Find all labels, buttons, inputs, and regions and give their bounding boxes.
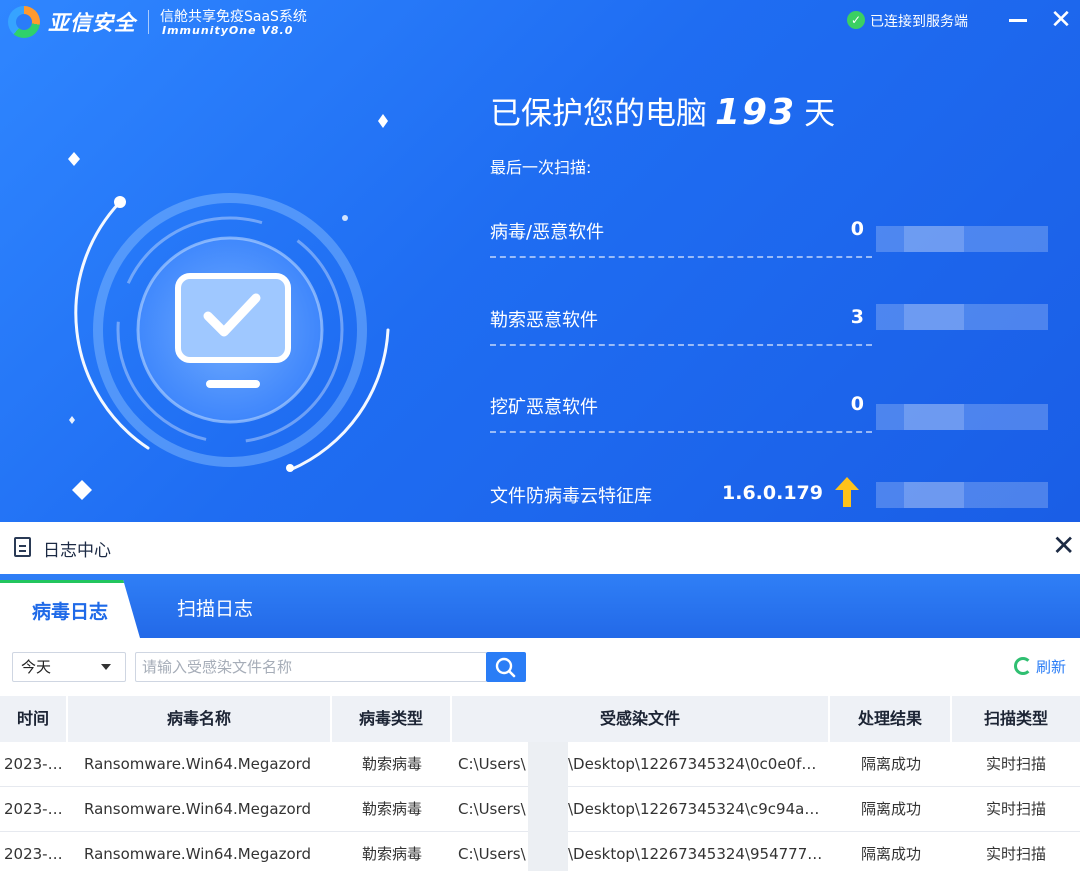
search-input[interactable] bbox=[135, 652, 487, 682]
protection-prefix: 已保护您的电脑 bbox=[490, 96, 707, 132]
virus-log-table: 时间 病毒名称 病毒类型 受感染文件 处理结果 扫描类型 2023-… Rans… bbox=[0, 696, 1080, 871]
cell-file-prefix: C:\Users\ bbox=[458, 845, 526, 863]
monitor-check-icon bbox=[74, 193, 390, 472]
filter-bar: 今天 刷新 bbox=[0, 638, 1080, 696]
stat-value: 3 bbox=[850, 306, 864, 328]
cell-virus-name: Ransomware.Win64.Megazord bbox=[84, 800, 312, 818]
stat-label: 病毒/恶意软件 bbox=[490, 222, 605, 243]
refresh-button[interactable]: 刷新 bbox=[1014, 656, 1066, 678]
protection-days-title: 已保护您的电脑 193 天 bbox=[490, 88, 835, 133]
cell-time: 2023-… bbox=[4, 845, 63, 863]
redacted-area bbox=[876, 304, 1048, 330]
search-icon bbox=[495, 657, 516, 678]
cell-scan-type: 实时扫描 bbox=[985, 800, 1046, 818]
cell-virus-type: 勒索病毒 bbox=[361, 755, 422, 773]
stat-label: 勒索恶意软件 bbox=[490, 310, 598, 331]
protection-days-count: 193 bbox=[715, 92, 797, 133]
redacted-username bbox=[528, 832, 568, 871]
log-center-header: 日志中心 ✕ 病毒日志 扫描日志 bbox=[0, 522, 1080, 638]
stat-row-virus: 病毒/恶意软件 0 bbox=[490, 210, 872, 258]
cell-scan-type: 实时扫描 bbox=[985, 845, 1046, 863]
log-tabs: 病毒日志 扫描日志 bbox=[0, 574, 1080, 638]
cell-virus-name: Ransomware.Win64.Megazord bbox=[84, 845, 312, 863]
table-row[interactable]: 2023-… Ransomware.Win64.Megazord 勒索病毒 C:… bbox=[0, 832, 1080, 871]
stat-row-mining: 挖矿恶意软件 0 bbox=[490, 385, 872, 433]
table-row[interactable]: 2023-… Ransomware.Win64.Megazord 勒索病毒 C:… bbox=[0, 787, 1080, 832]
stat-value: 0 bbox=[850, 393, 864, 415]
redacted-area bbox=[876, 482, 1048, 508]
document-icon bbox=[14, 537, 31, 557]
cell-virus-type: 勒索病毒 bbox=[361, 845, 422, 863]
cell-result: 隔离成功 bbox=[860, 800, 921, 818]
column-header[interactable]: 处理结果 bbox=[830, 696, 952, 742]
cell-result: 隔离成功 bbox=[860, 845, 921, 863]
redacted-area bbox=[876, 226, 1048, 252]
table-header: 时间 病毒名称 病毒类型 受感染文件 处理结果 扫描类型 bbox=[0, 696, 1080, 742]
cell-time: 2023-… bbox=[4, 800, 63, 818]
cell-file-suffix: \Desktop\12267345324\c9c94a… bbox=[568, 800, 820, 818]
cell-file-suffix: \Desktop\12267345324\0c0e0f… bbox=[568, 755, 817, 773]
log-title-bar: 日志中心 ✕ bbox=[0, 522, 1080, 574]
divider bbox=[490, 431, 872, 433]
redacted-username bbox=[528, 742, 568, 787]
last-scan-label: 最后一次扫描: bbox=[490, 158, 592, 177]
tab-scan-log[interactable]: 扫描日志 bbox=[150, 580, 280, 638]
up-arrow-icon[interactable] bbox=[834, 476, 860, 508]
stat-value: 0 bbox=[850, 218, 864, 240]
date-range-select[interactable]: 今天 bbox=[12, 652, 126, 682]
protection-panel: 亚信安全 信舱共享免疫SaaS系统 ImmunityOne V8.0 ✓ 已连接… bbox=[0, 0, 1080, 522]
divider bbox=[490, 256, 872, 258]
table-row[interactable]: 2023-… Ransomware.Win64.Megazord 勒索病毒 C:… bbox=[0, 742, 1080, 787]
tab-virus-log[interactable]: 病毒日志 bbox=[0, 580, 140, 638]
cell-file-suffix: \Desktop\12267345324\954777… bbox=[568, 845, 823, 863]
cell-virus-name: Ransomware.Win64.Megazord bbox=[84, 755, 312, 773]
protection-suffix: 天 bbox=[804, 96, 836, 132]
cell-time: 2023-… bbox=[4, 755, 63, 773]
virus-db-label: 文件防病毒云特征库 bbox=[490, 486, 652, 507]
cell-scan-type: 实时扫描 bbox=[985, 755, 1046, 773]
divider bbox=[490, 344, 872, 346]
date-range-value: 今天 bbox=[21, 658, 52, 676]
stat-row-ransomware: 勒索恶意软件 3 bbox=[490, 298, 872, 346]
cell-virus-type: 勒索病毒 bbox=[361, 800, 422, 818]
refresh-label: 刷新 bbox=[1036, 658, 1067, 676]
caret-down-icon bbox=[101, 664, 111, 670]
virus-db-version: 1.6.0.179 bbox=[722, 482, 823, 504]
redacted-area bbox=[876, 404, 1048, 430]
cell-file-prefix: C:\Users\ bbox=[458, 755, 526, 773]
column-header[interactable]: 受感染文件 bbox=[452, 696, 830, 742]
close-icon[interactable]: ✕ bbox=[1052, 532, 1075, 560]
cell-file-prefix: C:\Users\ bbox=[458, 800, 526, 818]
search-button[interactable] bbox=[486, 652, 526, 682]
column-header[interactable]: 扫描类型 bbox=[952, 696, 1080, 742]
refresh-icon bbox=[1014, 657, 1032, 675]
stat-label: 挖矿恶意软件 bbox=[490, 397, 598, 418]
column-header[interactable]: 时间 bbox=[0, 696, 68, 742]
column-header[interactable]: 病毒名称 bbox=[68, 696, 332, 742]
cell-result: 隔离成功 bbox=[860, 755, 921, 773]
redacted-username bbox=[528, 787, 568, 832]
log-center-title: 日志中心 bbox=[43, 541, 111, 561]
column-header[interactable]: 病毒类型 bbox=[332, 696, 452, 742]
